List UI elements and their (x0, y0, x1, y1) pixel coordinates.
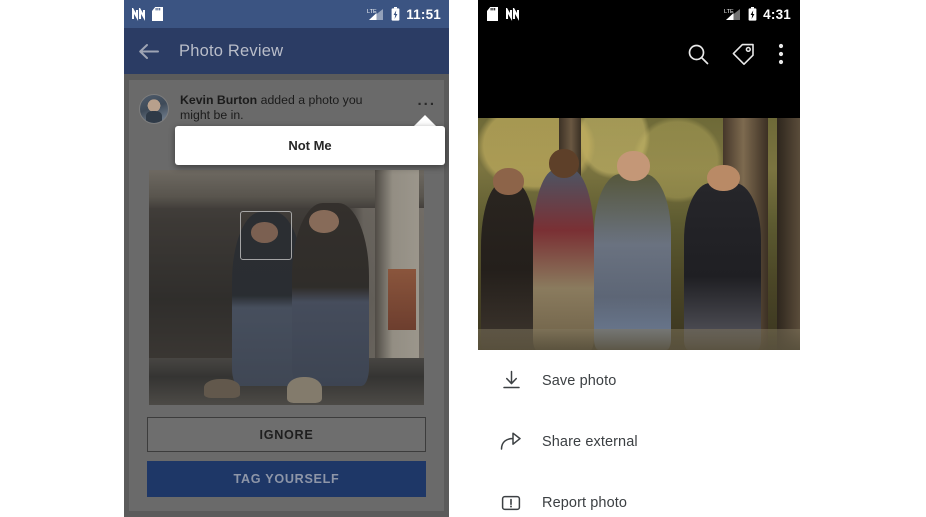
overflow-menu-icon[interactable] (778, 43, 784, 65)
right-toolbar (478, 28, 800, 80)
arrow-back-icon[interactable] (138, 43, 159, 60)
photo-person-1 (481, 167, 536, 350)
photo-person-4-head (707, 164, 740, 192)
photo-options-menu: Save photo Share external Report photo (478, 350, 800, 517)
left-phone-screen: LTE 11:51 Photo Review Kevin Burton adde… (124, 0, 449, 517)
left-status-bar: LTE 11:51 (124, 0, 449, 28)
right-status-bar: LTE 4:31 (478, 0, 800, 28)
viewer-photo[interactable] (478, 118, 800, 350)
post-author[interactable]: Kevin Burton (180, 93, 257, 107)
lte-signal-icon: LTE (367, 7, 385, 21)
right-phone-screen: LTE 4:31 Save photo Share external Repor… (478, 0, 800, 517)
menu-item-share-external[interactable]: Share external (478, 411, 800, 472)
battery-charging-icon (391, 7, 400, 21)
menu-item-label: Share external (542, 433, 638, 450)
photo-dim-scrim (149, 170, 424, 405)
download-icon (496, 370, 526, 391)
lte-signal-icon: LTE (724, 7, 742, 21)
left-toolbar: Photo Review (124, 28, 449, 74)
not-me-label: Not Me (288, 138, 332, 153)
sd-card-icon (152, 7, 163, 21)
menu-item-save-photo[interactable]: Save photo (478, 350, 800, 411)
left-status-icons (132, 7, 163, 21)
review-photo[interactable] (149, 170, 424, 405)
photo-person-2-head (548, 149, 580, 179)
photo-person-2 (532, 149, 594, 350)
post-text: Kevin Burton added a photo you might be … (180, 92, 395, 123)
nfc-icon (132, 7, 145, 21)
nfc-icon (506, 7, 519, 21)
page-title: Photo Review (179, 41, 284, 60)
battery-charging-icon (748, 7, 757, 21)
tag-icon[interactable] (732, 43, 755, 66)
menu-item-report-photo[interactable]: Report photo (478, 472, 800, 517)
photo-person-3 (593, 150, 672, 350)
sd-card-icon (487, 7, 498, 21)
photo-person-3-head (617, 150, 650, 181)
avatar[interactable] (139, 94, 169, 124)
menu-item-label: Save photo (542, 372, 617, 389)
left-content-area: Kevin Burton added a photo you might be … (124, 74, 449, 517)
right-status-right: LTE 4:31 (724, 7, 791, 22)
right-status-time: 4:31 (763, 6, 791, 22)
photo-person-1-head (493, 167, 524, 195)
tag-yourself-button[interactable]: TAG YOURSELF (147, 461, 426, 497)
left-status-time: 11:51 (406, 6, 441, 22)
photo-tree-trunk-3 (777, 118, 800, 350)
share-arrow-icon (496, 431, 526, 452)
report-alert-icon (496, 493, 526, 513)
left-status-right: LTE 11:51 (367, 7, 441, 22)
post-overflow-icon[interactable]: ... (417, 92, 436, 108)
search-icon[interactable] (687, 43, 709, 65)
not-me-popup[interactable]: Not Me (175, 126, 445, 165)
ignore-button[interactable]: IGNORE (147, 417, 426, 452)
photo-ground (478, 329, 800, 350)
right-status-icons (487, 7, 519, 21)
menu-item-label: Report photo (542, 494, 628, 511)
photo-person-4 (684, 164, 762, 350)
